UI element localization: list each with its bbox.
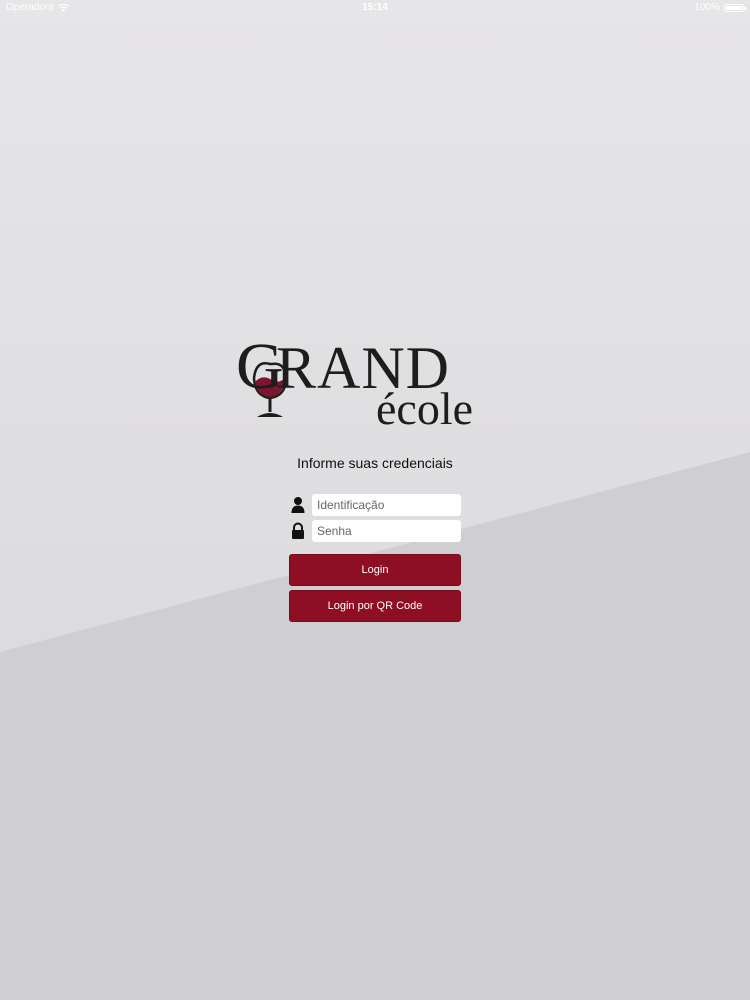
status-right: 100% — [694, 0, 746, 16]
logo-ecole-text: école — [376, 383, 474, 434]
status-time: 15:14 — [362, 2, 388, 13]
battery-percent: 100% — [694, 2, 720, 13]
lock-icon — [292, 522, 304, 539]
status-bar: Operadora 15:14 100% — [0, 0, 750, 16]
identification-input[interactable] — [312, 494, 461, 516]
login-screen: Operadora 15:14 100% G RAND école Inform… — [0, 0, 750, 1000]
login-button[interactable]: Login — [289, 554, 461, 586]
password-input[interactable] — [312, 520, 461, 542]
credentials-instruction: Informe suas credenciais — [297, 455, 453, 471]
grand-ecole-logo: G RAND école — [232, 334, 522, 434]
battery-icon — [724, 4, 746, 12]
user-icon — [291, 497, 305, 513]
qr-login-button[interactable]: Login por QR Code — [289, 590, 461, 622]
identification-row — [289, 494, 461, 516]
password-row — [289, 520, 461, 542]
